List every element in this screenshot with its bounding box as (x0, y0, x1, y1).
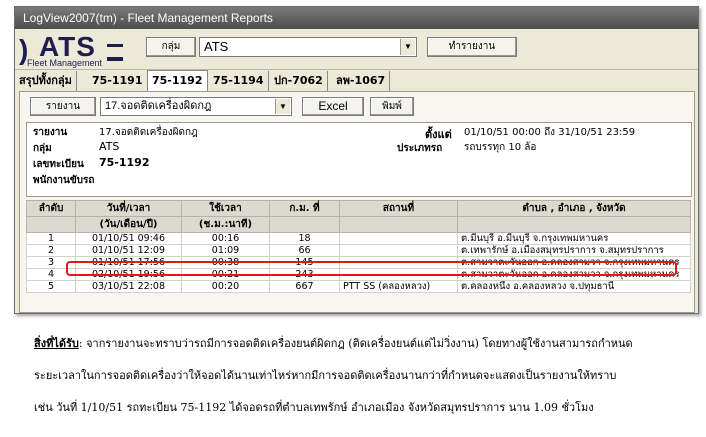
print-button[interactable]: พิมพ์ (370, 97, 414, 116)
info-driver-label: พนักงานขับรถ (33, 175, 95, 186)
run-report-button[interactable]: ทำรายงาน (427, 37, 517, 57)
col-subheader: (วัน/เดือน/ปี) (75, 216, 182, 233)
table-header-row: ลำดับ วันที่/เวลา ใช้เวลา ก.ม. ที่ สถานท… (26, 200, 691, 217)
info-plate-value: 75-1192 (99, 156, 150, 169)
group-select[interactable]: ATS ▼ (199, 37, 417, 57)
chevron-down-icon[interactable]: ▼ (400, 39, 415, 55)
col-subheader (457, 216, 691, 233)
col-subheader (339, 216, 458, 233)
cell-seq: 2 (26, 244, 76, 257)
tab-lp-1067[interactable]: ลพ-1067 (332, 71, 391, 91)
cell-seq: 5 (26, 280, 76, 293)
caption-line-2: ระยะเวลาในการจอดติดเครื่องว่าให้จอดได้นา… (34, 369, 617, 382)
vehicle-tabs: สรุปทั้งกลุ่ม 75-1191 75-1192 75-1194 ปก… (15, 70, 698, 91)
cell-location: ต.คลองหนึ่ง อ.คลองหลวง จ.ปทุมธานี (457, 280, 691, 293)
cell-duration: 00:16 (181, 232, 270, 245)
tab-all-groups[interactable]: สรุปทั้งกลุ่ม (15, 71, 77, 91)
info-type-value: รถบรรทุก 10 ล้อ (464, 142, 537, 153)
ats-logo: ) ATS Fleet Management (19, 32, 144, 68)
table-row[interactable]: 5 03/10/51 22:08 00:20 667 PTT SS (คลองห… (26, 280, 691, 293)
caption-line-1: สิ่งที่ได้รับ: จากรายงานจะทราบว่ารถมีการ… (34, 334, 694, 352)
cell-location: ต.มีนบุรี อ.มีนบุรี จ.กรุงเทพมหานคร (457, 232, 691, 245)
table-row[interactable]: 1 01/10/51 09:46 00:16 18 ต.มีนบุรี อ.มี… (26, 232, 691, 245)
cell-place: PTT SS (คลองหลวง) (339, 280, 458, 293)
tab-panel: รายงาน 17.จอดติดเครื่องผิดกฎ ▼ Excel พิม… (19, 91, 695, 313)
logo-subtitle: Fleet Management (27, 58, 103, 68)
cell-datetime: 01/10/51 12:09 (75, 244, 182, 257)
info-group-value: ATS (99, 140, 120, 153)
report-select[interactable]: 17.จอดติดเครื่องผิดกฎ ▼ (100, 97, 292, 116)
window-title: LogView2007(tm) - Fleet Management Repor… (15, 7, 698, 29)
cell-km: 667 (269, 280, 340, 293)
cell-location: ต.เทพารักษ์ อ.เมืองสมุทรปราการ จ.สมุทรปร… (457, 244, 691, 257)
tab-pk-7062[interactable]: ปก-7062 (270, 71, 328, 91)
cell-km: 66 (269, 244, 340, 257)
table-subheader-row: (วัน/เดือน/ปี) (ช.ม.:นาที) (26, 216, 691, 233)
cell-km: 18 (269, 232, 340, 245)
info-plate-label: เลขทะเบียน (33, 159, 84, 170)
toolbar: ) ATS Fleet Management กลุ่ม ATS ▼ ทำราย… (15, 29, 698, 70)
logo-bars-icon (107, 44, 123, 61)
cell-place (339, 232, 458, 245)
tab-75-1194[interactable]: 75-1194 (209, 71, 269, 91)
col-header-seq[interactable]: ลำดับ (26, 200, 76, 217)
info-since-value: 01/10/51 00:00 ถึง 31/10/51 23:59 (464, 127, 636, 138)
group-select-value: ATS (204, 39, 229, 54)
col-header-km[interactable]: ก.ม. ที่ (269, 200, 340, 217)
cell-datetime: 01/10/51 09:46 (75, 232, 182, 245)
chevron-down-icon[interactable]: ▼ (275, 99, 290, 114)
excel-button[interactable]: Excel (302, 97, 364, 116)
info-type-label: ประเภทรถ (397, 143, 443, 154)
cell-seq: 1 (26, 232, 76, 245)
col-header-duration[interactable]: ใช้เวลา (181, 200, 270, 217)
info-group-label: กลุ่ม (33, 143, 52, 154)
report-label-box: รายงาน (30, 97, 96, 116)
col-subheader (269, 216, 340, 233)
col-subheader (26, 216, 76, 233)
group-label-box: กลุ่ม (146, 37, 196, 57)
caption-text-1: : จากรายงานจะทราบว่ารถมีการจอดติดเครื่อง… (78, 337, 633, 350)
col-subheader: (ช.ม.:นาที) (181, 216, 270, 233)
cell-place (339, 244, 458, 257)
table-row[interactable]: 2 01/10/51 12:09 01:09 66 ต.เทพารักษ์ อ.… (26, 244, 691, 257)
tab-75-1191[interactable]: 75-1191 (88, 71, 148, 91)
report-table: ลำดับ วันที่/เวลา ใช้เวลา ก.ม. ที่ สถานท… (26, 200, 691, 293)
report-select-value: 17.จอดติดเครื่องผิดกฎ (105, 100, 212, 112)
col-header-location[interactable]: ตำบล , อำเภอ , จังหวัด (457, 200, 691, 217)
caption-line-3: เช่น วันที่ 1/10/51 รถทะเบียน 75-1192 ได… (34, 401, 594, 414)
cell-duration: 00:20 (181, 280, 270, 293)
caption-label: สิ่งที่ได้รับ (34, 337, 79, 350)
highlight-row-2-outline (66, 261, 677, 276)
info-report-value: 17.จอดติดเครื่องผิดกฎ (99, 127, 198, 138)
cell-duration: 01:09 (181, 244, 270, 257)
info-report-label: รายงาน (33, 127, 68, 138)
cell-datetime: 03/10/51 22:08 (75, 280, 182, 293)
col-header-place[interactable]: สถานที่ (339, 200, 458, 217)
col-header-datetime[interactable]: วันที่/เวลา (75, 200, 182, 217)
report-info-panel: รายงาน 17.จอดติดเครื่องผิดกฎ กลุ่ม ATS เ… (26, 122, 692, 197)
tab-75-1192[interactable]: 75-1192 (147, 70, 208, 91)
